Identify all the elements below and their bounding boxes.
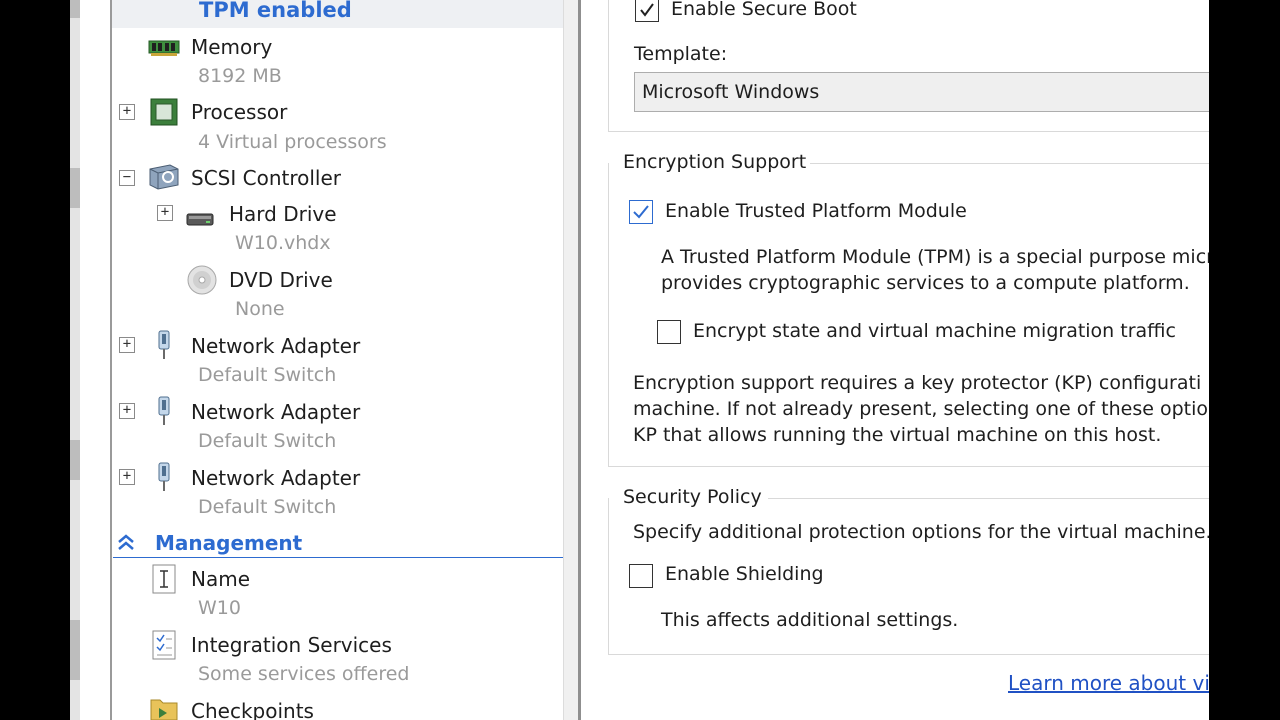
tree-item-sublabel: 8192 MB (198, 65, 282, 87)
window-margin (80, 0, 110, 720)
group-box-border (608, 466, 1209, 467)
background-window-edge (70, 0, 80, 720)
group-box-border (608, 498, 609, 655)
tree-item-label: Network Adapter (191, 400, 361, 424)
hard-drive-icon (186, 211, 214, 231)
group-box-border (808, 163, 1209, 164)
expand-toggle[interactable]: + (119, 469, 135, 485)
tree-item-label: DVD Drive (229, 268, 333, 292)
tree-item-sublabel: W10 (198, 597, 241, 619)
screen-border-right (1209, 0, 1280, 720)
section-divider (113, 557, 563, 558)
security-policy-description: Specify additional protection options fo… (633, 521, 1212, 543)
tree-item-sublabel: Some services offered (198, 663, 410, 685)
expand-toggle[interactable]: + (157, 205, 173, 221)
tree-item-label: SCSI Controller (191, 166, 341, 190)
tree-item-sublabel: Default Switch (198, 430, 337, 452)
learn-more-link[interactable]: Learn more about vir (1008, 671, 1218, 695)
key-protector-note: Encryption support requires a key protec… (633, 372, 1202, 394)
tree-item-sublabel: 4 Virtual processors (198, 131, 387, 153)
template-label: Template: (634, 43, 728, 65)
network-adapter-icon (155, 330, 173, 364)
tree-item-label: Integration Services (191, 633, 392, 657)
expand-toggle[interactable]: + (119, 104, 135, 120)
checkpoints-icon (150, 696, 178, 720)
tree-item-sublabel: Default Switch (198, 496, 337, 518)
template-dropdown[interactable]: Microsoft Windows (634, 72, 1214, 112)
secure-boot-label: Enable Secure Boot (671, 0, 857, 20)
expand-toggle[interactable]: + (119, 403, 135, 419)
expand-toggle[interactable]: + (119, 337, 135, 353)
encrypt-state-checkbox[interactable] (657, 320, 681, 344)
tree-item-label: Network Adapter (191, 466, 361, 490)
tpm-description: A Trusted Platform Module (TPM) is a spe… (661, 246, 1214, 268)
group-box-border (608, 163, 609, 467)
tpm-description: provides cryptographic services to a com… (661, 272, 1190, 294)
secure-boot-checkbox[interactable] (635, 0, 659, 22)
tree-item-label: Network Adapter (191, 334, 361, 358)
management-section-label: Management (155, 531, 303, 555)
scsi-controller-icon (148, 163, 180, 195)
tree-item-selected-label: TPM enabled (199, 0, 352, 22)
enable-shielding-checkbox[interactable] (629, 564, 653, 588)
group-box-border (608, 131, 1209, 132)
tpm-checkbox[interactable] (629, 200, 653, 224)
enable-shielding-label: Enable Shielding (665, 563, 824, 585)
template-selected-value: Microsoft Windows (642, 81, 820, 103)
group-box-border (608, 654, 1209, 655)
network-adapter-icon (155, 396, 173, 430)
security-policy-group-title: Security Policy (623, 486, 766, 508)
tree-item-sublabel: W10.vhdx (235, 232, 331, 254)
pane-splitter[interactable] (564, 0, 578, 720)
key-protector-note: machine. If not already present, selecti… (633, 398, 1208, 420)
collapse-toggle[interactable]: − (119, 170, 135, 186)
tree-item-label: Processor (191, 100, 288, 124)
name-text-cursor-icon (152, 564, 176, 598)
dvd-disc-icon (186, 264, 218, 300)
memory-icon (148, 38, 180, 62)
details-pane-border (578, 0, 581, 720)
tree-item-sublabel: Default Switch (198, 364, 337, 386)
tree-item-label: Checkpoints (191, 699, 314, 720)
network-adapter-icon (155, 462, 173, 496)
processor-icon (149, 97, 179, 131)
key-protector-note: KP that allows running the virtual machi… (633, 424, 1162, 446)
encrypt-state-label: Encrypt state and virtual machine migrat… (693, 320, 1176, 342)
group-box-border (608, 0, 609, 132)
tree-item-label: Hard Drive (229, 202, 337, 226)
integration-services-icon (152, 630, 176, 664)
shielding-note: This affects additional settings. (661, 609, 959, 631)
screen-border-left (0, 0, 70, 720)
tpm-label: Enable Trusted Platform Module (665, 200, 967, 222)
encryption-group-title: Encryption Support (623, 151, 811, 173)
tree-item-label: Memory (191, 35, 273, 59)
collapse-chevron-up-icon (117, 533, 135, 557)
tree-item-label: Name (191, 567, 251, 591)
tree-item-sublabel: None (235, 298, 285, 320)
tree-pane-border (110, 0, 112, 720)
group-box-border (768, 498, 1209, 499)
